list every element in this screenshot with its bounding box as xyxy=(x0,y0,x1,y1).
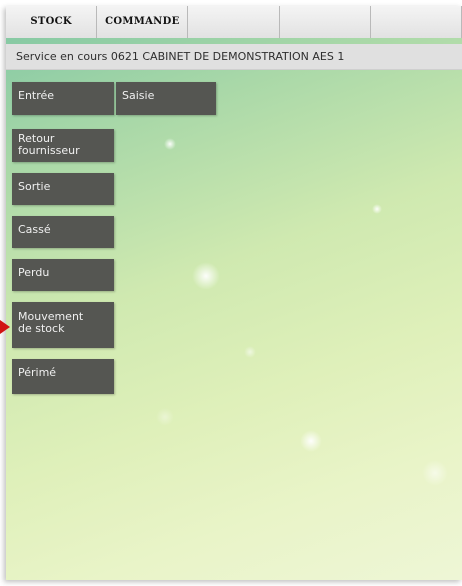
mouvement-de-stock-label: Mouvement de stock xyxy=(18,310,84,335)
perdu-label: Perdu xyxy=(18,266,50,279)
app-frame: STOCK COMMANDE Service en cours 0621 CAB… xyxy=(6,6,462,580)
current-service-bar: Service en cours 0621 CABINET DE DEMONST… xyxy=(6,44,462,70)
entree-button[interactable]: Entrée xyxy=(12,82,114,115)
entree-label: Entrée xyxy=(18,89,55,102)
tab-empty-1 xyxy=(188,6,280,38)
tab-bar: STOCK COMMANDE xyxy=(6,6,462,38)
perdu-button[interactable]: Perdu xyxy=(12,259,114,291)
retour-fournisseur-button[interactable]: Retour fournisseur xyxy=(12,129,114,162)
bokeh-light xyxy=(300,430,322,452)
bokeh-light xyxy=(244,346,256,358)
casse-button[interactable]: Cassé xyxy=(12,216,114,248)
casse-label: Cassé xyxy=(18,223,51,236)
tab-empty-3 xyxy=(371,6,462,38)
sortie-button[interactable]: Sortie xyxy=(12,173,114,205)
tab-stock[interactable]: STOCK xyxy=(6,6,98,38)
bokeh-light xyxy=(156,408,174,426)
tab-empty-2 xyxy=(280,6,371,38)
perime-button[interactable]: Périmé xyxy=(12,359,114,394)
retour-fournisseur-label: Retour fournisseur xyxy=(18,132,80,157)
bokeh-light xyxy=(164,138,176,150)
perime-label: Périmé xyxy=(18,366,57,379)
saisie-label: Saisie xyxy=(122,89,155,102)
tab-commande[interactable]: COMMANDE xyxy=(97,6,189,38)
bokeh-light xyxy=(422,460,448,486)
saisie-button[interactable]: Saisie xyxy=(116,82,216,115)
bokeh-light xyxy=(372,204,382,214)
arrow-pointer-icon xyxy=(0,320,10,334)
bokeh-light xyxy=(192,262,220,290)
current-service-text: Service en cours 0621 CABINET DE DEMONST… xyxy=(16,50,345,63)
sortie-label: Sortie xyxy=(18,180,51,193)
mouvement-de-stock-button[interactable]: Mouvement de stock xyxy=(12,302,114,348)
